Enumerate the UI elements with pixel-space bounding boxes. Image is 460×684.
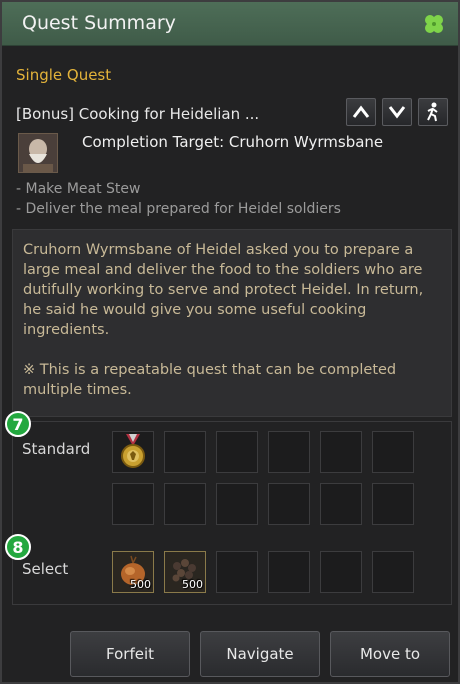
empty-reward-slot bbox=[216, 431, 258, 473]
item-quantity: 500 bbox=[182, 578, 203, 591]
npc-face-icon bbox=[19, 134, 57, 172]
empty-reward-slot bbox=[372, 431, 414, 473]
standard-rewards-label: Standard bbox=[22, 440, 91, 458]
chevron-down-icon bbox=[388, 106, 406, 119]
quest-description: Cruhorn Wyrmsbane of Heidel asked you to… bbox=[23, 242, 424, 338]
move-to-button[interactable]: Move to bbox=[330, 631, 450, 677]
walking-person-icon bbox=[427, 102, 438, 122]
empty-reward-slot bbox=[164, 483, 206, 525]
four-leaf-clover-icon[interactable] bbox=[422, 12, 446, 36]
quest-summary-window: Quest Summary Single Quest [Bonus] Cooki… bbox=[0, 0, 460, 684]
quest-category: Single Quest bbox=[16, 66, 112, 84]
empty-reward-slot bbox=[112, 483, 154, 525]
auto-walk-button[interactable] bbox=[418, 98, 448, 126]
empty-reward-slot bbox=[372, 483, 414, 525]
window-title: Quest Summary bbox=[22, 12, 176, 34]
empty-reward-slot bbox=[216, 551, 258, 593]
medal-icon bbox=[121, 434, 145, 468]
empty-reward-slot bbox=[268, 483, 310, 525]
forfeit-button[interactable]: Forfeit bbox=[70, 631, 190, 677]
standard-reward-slot[interactable] bbox=[112, 431, 154, 473]
move-up-button[interactable] bbox=[346, 98, 376, 126]
step-badge: 8 bbox=[5, 534, 31, 560]
empty-reward-slot bbox=[216, 483, 258, 525]
quest-title[interactable]: [Bonus] Cooking for Heidelian ... bbox=[16, 105, 259, 123]
empty-reward-slot bbox=[320, 431, 362, 473]
objective-item: - Make Meat Stew bbox=[16, 181, 141, 197]
title-bar[interactable]: Quest Summary bbox=[2, 2, 458, 46]
chevron-up-icon bbox=[352, 105, 370, 118]
empty-reward-slot bbox=[164, 431, 206, 473]
navigate-button[interactable]: Navigate bbox=[200, 631, 320, 677]
footer-bar: Forfeit Navigate Move to bbox=[2, 614, 458, 682]
objective-item: - Deliver the meal prepared for Heidel s… bbox=[16, 201, 341, 217]
empty-reward-slot bbox=[268, 551, 310, 593]
repeatable-note: ※ This is a repeatable quest that can be… bbox=[23, 362, 397, 398]
move-down-button[interactable] bbox=[382, 98, 412, 126]
empty-reward-slot bbox=[320, 483, 362, 525]
select-rewards-label: Select bbox=[22, 560, 69, 578]
select-reward-slot[interactable]: 500 bbox=[112, 551, 154, 593]
completion-target: Completion Target: Cruhorn Wyrmsbane bbox=[82, 133, 384, 151]
empty-reward-slot bbox=[372, 551, 414, 593]
item-quantity: 500 bbox=[130, 578, 151, 591]
empty-reward-slot bbox=[268, 431, 310, 473]
quest-description-box: Cruhorn Wyrmsbane of Heidel asked you to… bbox=[12, 229, 452, 417]
empty-reward-slot bbox=[320, 551, 362, 593]
npc-portrait bbox=[18, 133, 58, 173]
select-reward-slot[interactable]: 500 bbox=[164, 551, 206, 593]
step-badge: 7 bbox=[5, 411, 31, 437]
